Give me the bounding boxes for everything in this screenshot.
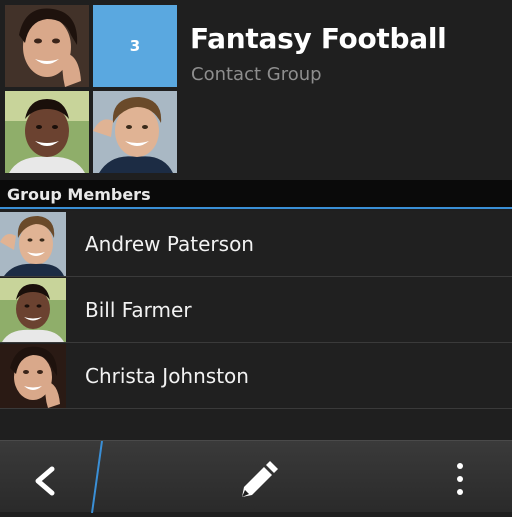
action-bar bbox=[0, 440, 512, 513]
pencil-icon bbox=[242, 461, 278, 497]
member-name: Christa Johnston bbox=[85, 364, 249, 388]
overflow-menu-icon bbox=[457, 463, 463, 495]
section-title: Group Members bbox=[7, 185, 151, 204]
back-divider bbox=[91, 441, 103, 513]
member-count: 3 bbox=[129, 37, 141, 55]
christa-johnston-photo-tile bbox=[5, 5, 89, 87]
christa-johnston-avatar bbox=[0, 344, 66, 408]
group-members-section-header: Group Members bbox=[0, 180, 512, 209]
group-subtitle: Contact Group bbox=[191, 64, 322, 85]
member-name: Bill Farmer bbox=[85, 298, 192, 322]
bill-farmer-photo-tile bbox=[5, 91, 89, 173]
member-row-bill-farmer[interactable]: Bill Farmer bbox=[0, 277, 512, 343]
edit-button[interactable] bbox=[232, 457, 280, 501]
group-header: 3 Fantasy Football Contact Group bbox=[0, 0, 512, 180]
group-title: Fantasy Football bbox=[190, 22, 447, 55]
member-name: Andrew Paterson bbox=[85, 232, 254, 256]
bill-farmer-avatar bbox=[0, 278, 66, 342]
member-row-andrew-paterson[interactable]: Andrew Paterson bbox=[0, 211, 512, 277]
member-count-tile: 3 bbox=[93, 5, 177, 87]
andrew-paterson-avatar bbox=[0, 212, 66, 276]
member-row-christa-johnston[interactable]: Christa Johnston bbox=[0, 343, 512, 409]
andrew-paterson-photo-tile bbox=[93, 91, 177, 173]
overflow-menu-button[interactable] bbox=[440, 455, 480, 499]
